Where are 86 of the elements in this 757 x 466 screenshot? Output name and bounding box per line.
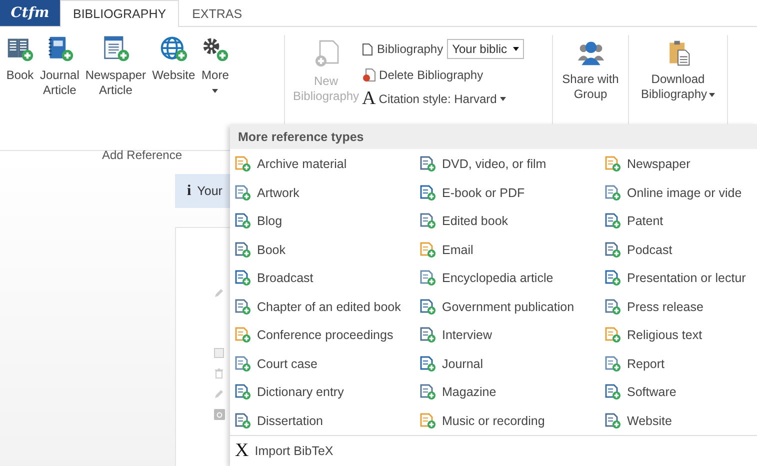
- citation-style-button[interactable]: A Citation style: Harvard: [362, 91, 524, 107]
- document-plus-icon: [420, 270, 436, 286]
- ribbon-tab[interactable]: BIBLIOGRAPHY: [60, 0, 180, 27]
- menu-item[interactable]: Music or recording: [415, 406, 600, 435]
- document-plus-icon: [420, 298, 436, 315]
- ribbon-tab[interactable]: EXTRAS: [179, 0, 256, 27]
- menu-item[interactable]: Journal: [415, 350, 600, 378]
- ribbon-button[interactable]: Newspaper Article: [82, 35, 150, 98]
- menu-item[interactable]: Book: [230, 236, 415, 264]
- ribbon-button[interactable]: Journal Article: [37, 35, 82, 98]
- pencil-icon[interactable]: [214, 288, 224, 298]
- menu-item[interactable]: Dictionary entry: [230, 378, 415, 406]
- menu-item[interactable]: Presentation or lectur: [600, 264, 757, 292]
- menu-header: More reference types: [230, 124, 757, 149]
- menu-item[interactable]: Religious text: [600, 321, 757, 350]
- document-plus-icon: [235, 298, 251, 315]
- menu-item[interactable]: Court case: [230, 350, 415, 378]
- pencil-icon[interactable]: [214, 389, 224, 399]
- menu-item[interactable]: Chapter of an edited book: [230, 292, 415, 321]
- menu-item[interactable]: Broadcast: [230, 264, 415, 292]
- document-plus-icon: [420, 213, 436, 230]
- document-plus-icon: [420, 184, 436, 201]
- document-plus-icon: [605, 412, 621, 429]
- document-plus-icon: [605, 213, 621, 230]
- group-label: Add Reference: [102, 148, 182, 164]
- ribbon-button[interactable]: More: [198, 35, 232, 93]
- menu-item[interactable]: Encyclopedia article: [415, 264, 600, 292]
- document-plus-icon: [605, 327, 621, 344]
- menu-item[interactable]: DVD, video, or film: [415, 150, 600, 178]
- download-button[interactable]: Download Bibliography: [629, 39, 727, 102]
- menu-item[interactable]: E-book or PDF: [415, 178, 600, 207]
- document-plus-icon: [605, 270, 621, 286]
- document-delete-icon: [362, 68, 376, 82]
- menu-item[interactable]: Magazine: [415, 378, 600, 406]
- menu-item[interactable]: Website: [600, 406, 757, 435]
- menu-item[interactable]: Dissertation: [230, 406, 415, 435]
- document-plus-icon: [420, 384, 436, 400]
- menu-item[interactable]: Patent: [600, 207, 757, 236]
- document-plus-icon: [235, 184, 251, 201]
- newspaper-plus-icon: [102, 35, 130, 63]
- document-plus-icon: [420, 327, 436, 344]
- menu-item[interactable]: Online image or vide: [600, 178, 757, 207]
- document-plus-icon: [605, 356, 621, 372]
- menu-item[interactable]: Newspaper: [600, 150, 757, 178]
- bibliography-select[interactable]: Your biblic: [447, 39, 524, 59]
- group-icon: [576, 39, 604, 67]
- document-plus-icon: [605, 298, 621, 315]
- document-plus-icon: [605, 242, 621, 258]
- ribbon-button[interactable]: Book: [3, 35, 37, 83]
- checkbox-icon[interactable]: [214, 348, 224, 358]
- delete-bibliography-button[interactable]: Delete Bibliography: [362, 68, 524, 82]
- document-plus-icon: [235, 327, 251, 344]
- caret-icon: [513, 47, 520, 51]
- import-bibtex-item[interactable]: X Import BibTeX: [230, 436, 340, 466]
- document-plus-icon: [605, 184, 621, 201]
- menu-item[interactable]: Edited book: [415, 207, 600, 236]
- menu-item[interactable]: Email: [415, 236, 600, 264]
- field-label: Bibliography: [377, 42, 444, 56]
- menu-item[interactable]: Conference proceedings: [230, 321, 415, 350]
- menu-item[interactable]: Blog: [230, 207, 415, 236]
- document-plus-icon: [235, 242, 251, 258]
- document-plus-icon: [420, 412, 436, 429]
- trash-icon[interactable]: [214, 368, 224, 379]
- caret-icon: [500, 97, 506, 101]
- document-plus-icon: [420, 156, 436, 172]
- document-plus-icon: [420, 356, 436, 372]
- ribbon-button[interactable]: Website: [149, 35, 198, 83]
- globe-plus-icon: [160, 35, 188, 63]
- app-logo[interactable]: Ctfm: [0, 0, 60, 26]
- document-plus-icon: [235, 270, 251, 286]
- document-plus-icon: [235, 412, 251, 429]
- document-plus-icon: [605, 156, 621, 172]
- document-plus-icon: [235, 384, 251, 400]
- menu-item[interactable]: Report: [600, 350, 757, 378]
- menu-item[interactable]: Government publication: [415, 292, 600, 321]
- menu-item[interactable]: Software: [600, 378, 757, 406]
- document-plus-icon: [235, 213, 251, 230]
- menu-item[interactable]: Interview: [415, 321, 600, 350]
- document-plus-icon: [235, 356, 251, 372]
- document-icon: [362, 42, 374, 56]
- document-plus-icon: [605, 384, 621, 400]
- menu-item[interactable]: Press release: [600, 292, 757, 321]
- share-button[interactable]: Share with Group: [553, 39, 628, 102]
- document-plus-icon: [420, 242, 436, 258]
- menu-item[interactable]: Podcast: [600, 236, 757, 264]
- document-plus-icon: [235, 156, 251, 172]
